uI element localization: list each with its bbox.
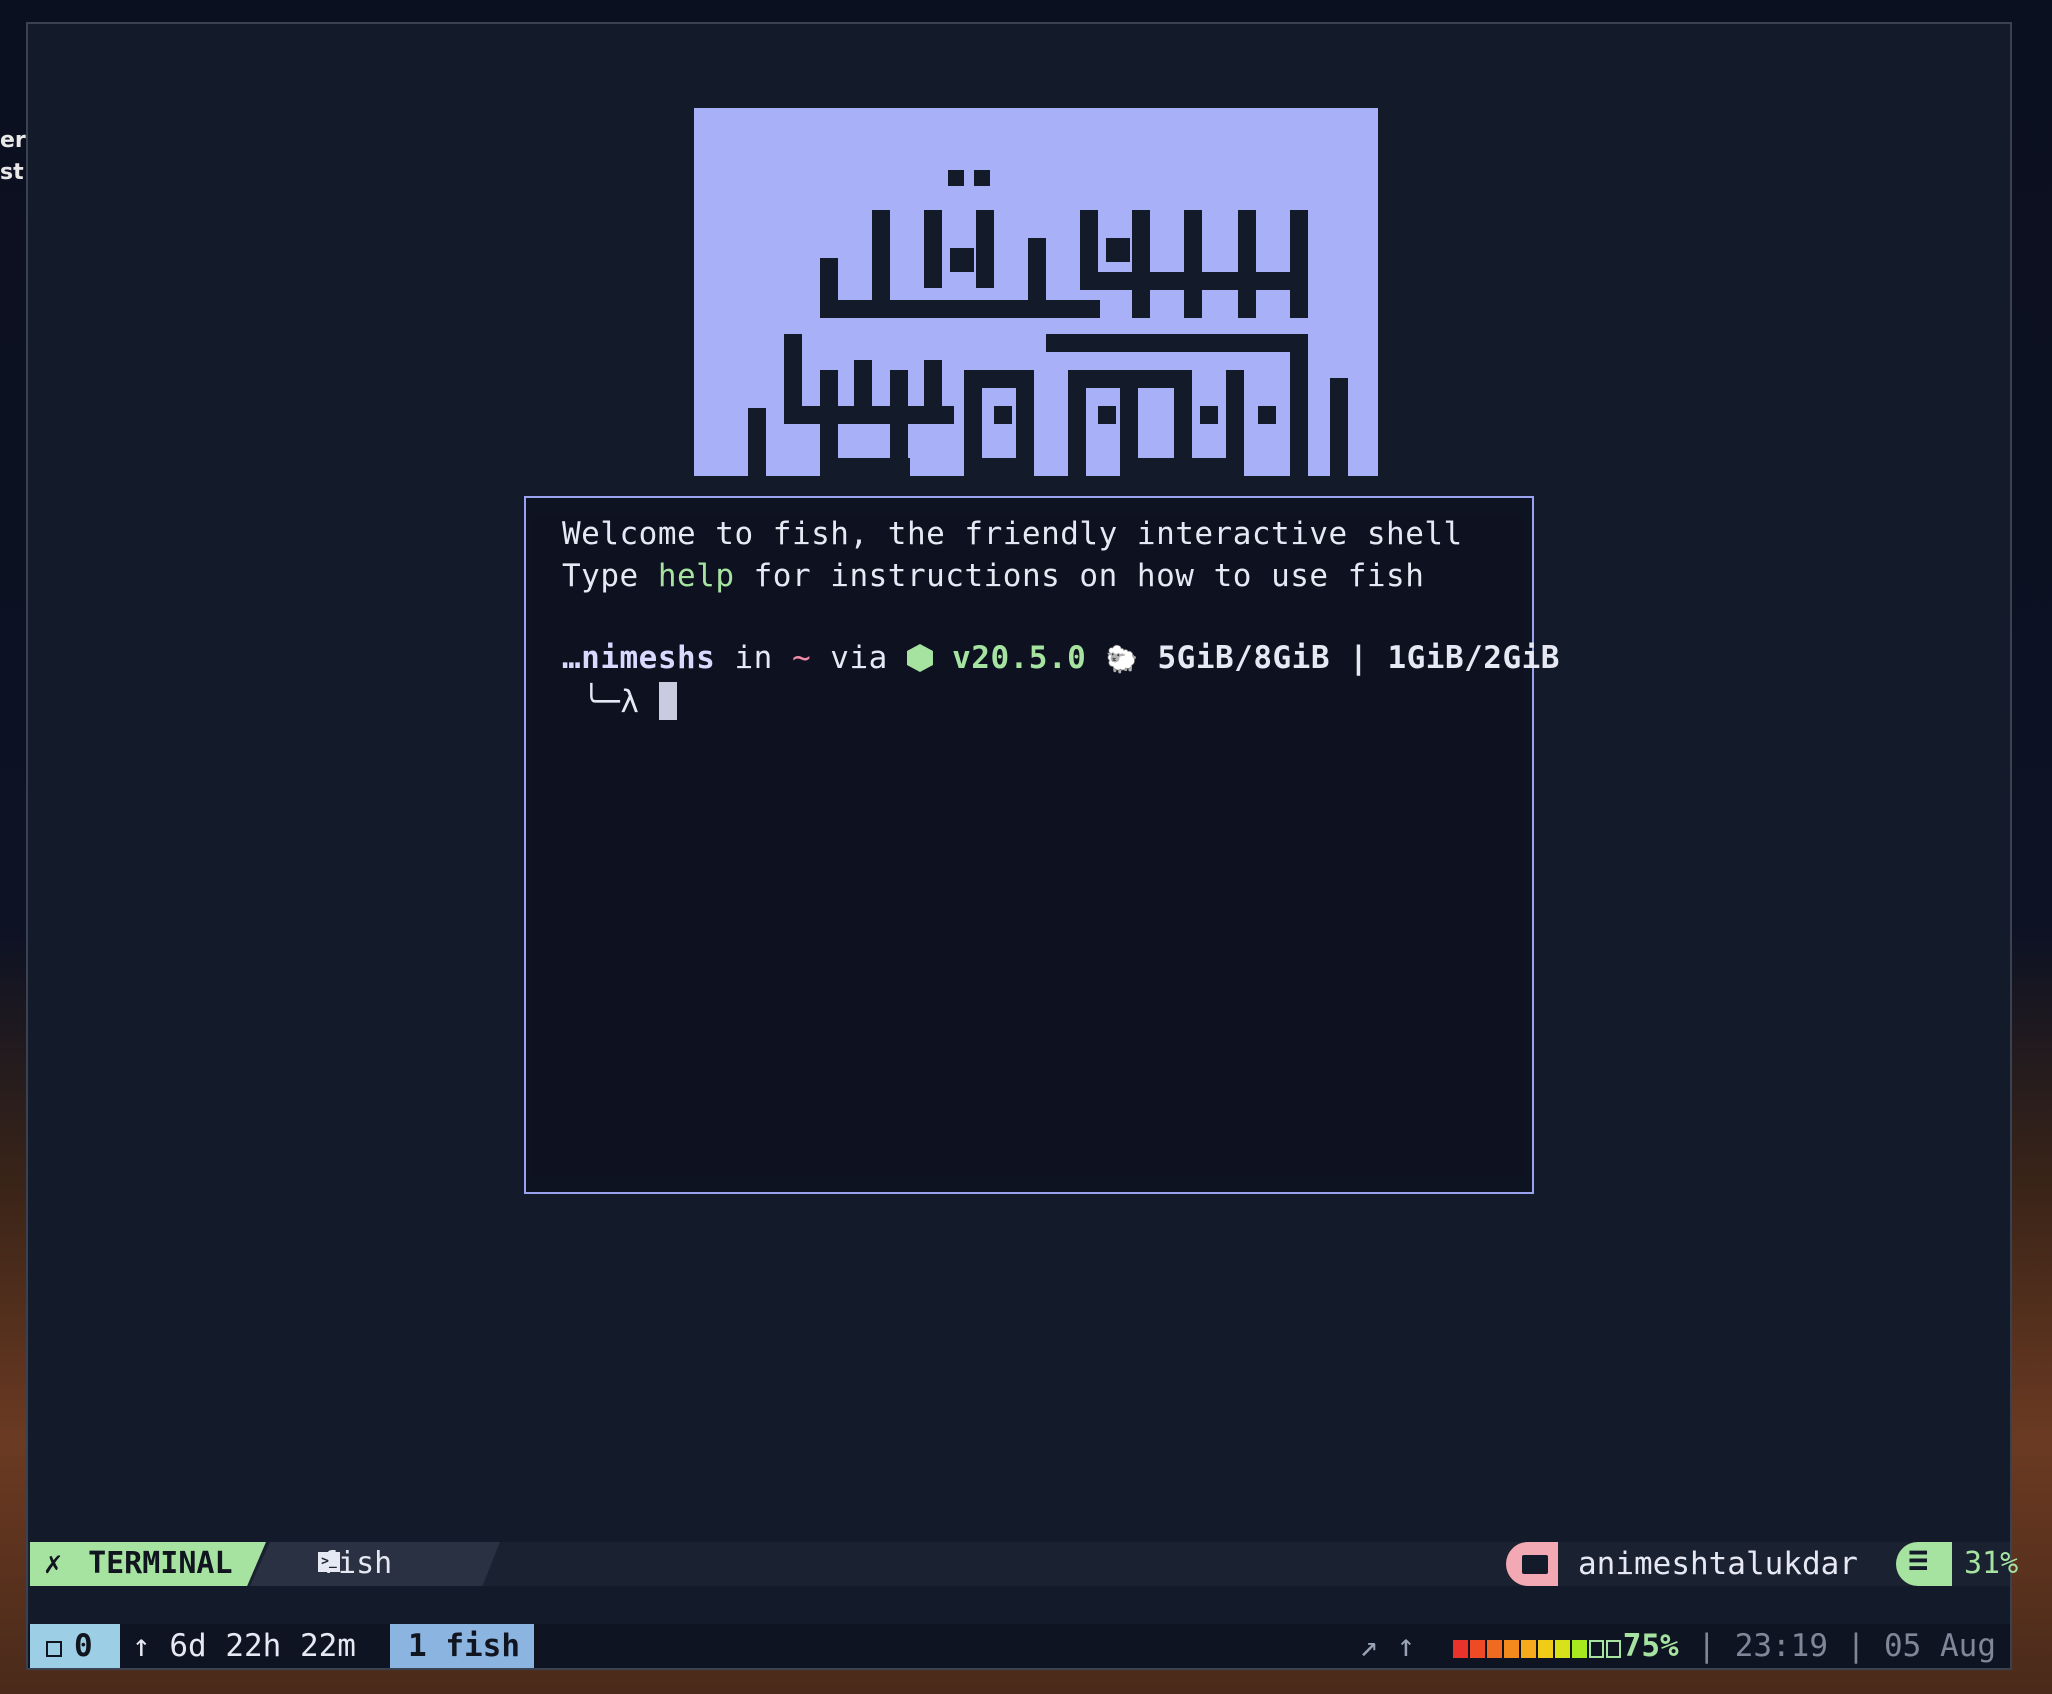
system-info: ↗ ↑ 75% | 23:19 | 05 Aug (1359, 1624, 1996, 1670)
battery-cell (1503, 1640, 1519, 1658)
separator: | (1678, 1628, 1735, 1664)
logo-art (748, 170, 1348, 476)
prompt-lambda: ╰─λ (582, 684, 640, 720)
welcome-line: Welcome to fish, the friendly interactiv… (562, 516, 1463, 552)
help-line: Type help for instructions on how to use… (562, 558, 1424, 594)
text-cursor (658, 682, 677, 720)
session-indicator[interactable]: 0 (30, 1624, 120, 1668)
battery-cell (1452, 1640, 1468, 1658)
battery-cell (1520, 1640, 1536, 1658)
help-text-rest: for instructions on how to use fish (734, 558, 1425, 594)
clock-time: 23:19 (1734, 1628, 1829, 1664)
date: 05 Aug (1884, 1628, 1996, 1664)
battery-cell (1554, 1640, 1570, 1658)
memory-usage: 5GiB/8GiB | 1GiB/2GiB (1157, 640, 1560, 676)
kufic-calligraphy-logo (694, 108, 1378, 476)
prompt-in: in (715, 640, 792, 676)
battery-cell (1571, 1640, 1587, 1658)
window-tab-fish[interactable]: 1 fish (390, 1624, 534, 1668)
shell-pane[interactable]: Welcome to fish, the friendly interactiv… (524, 496, 1559, 1194)
battery-percent: 75% (1622, 1628, 1679, 1664)
nodejs-icon (906, 644, 933, 672)
tab-fish[interactable]: fish (250, 1542, 500, 1586)
user-name: animeshtalukdar (1578, 1546, 1858, 1582)
battery-cell (1537, 1640, 1553, 1658)
battery-cell (1605, 1640, 1621, 1658)
session-square-icon (46, 1641, 62, 1657)
battery-cell (1588, 1640, 1604, 1658)
mode-label: TERMINAL (88, 1546, 233, 1581)
wezterm-icon: ✗ (44, 1546, 63, 1581)
status-bar-bottom: 0 ↑ 6d 22h 22m 1 fish ↗ ↑ 75% | 23:19 | … (28, 1624, 2010, 1668)
pane-content[interactable] (534, 518, 1524, 1176)
folder-icon (1506, 1542, 1558, 1586)
sheep-icon: 🐑 (1105, 645, 1139, 675)
input-line[interactable]: ╰─λ (582, 682, 677, 720)
status-bar-top: ✗ TERMINAL fish >_ animeshtalukdar 31% (28, 1540, 2018, 1586)
prompt-via: via (811, 640, 907, 676)
scroll-percent: 31% (1964, 1546, 2019, 1581)
lines-icon (1896, 1540, 1952, 1586)
help-text-type: Type (562, 558, 658, 594)
session-number: 0 (74, 1628, 93, 1664)
help-command: help (657, 558, 735, 594)
uptime: ↑ 6d 22h 22m (132, 1628, 356, 1664)
separator: | (1828, 1628, 1885, 1664)
battery-cell (1486, 1640, 1502, 1658)
network-arrows-icon: ↗ ↑ (1359, 1628, 1416, 1664)
terminal-window[interactable]: Welcome to fish, the friendly interactiv… (26, 22, 2018, 1670)
prompt-line: …nimeshs in ~ via v20.5.0 🐑 5GiB/8GiB | … (562, 640, 1560, 676)
mode-indicator: ✗ TERMINAL (30, 1542, 266, 1586)
terminal-icon: >_ (318, 1552, 340, 1572)
prompt-directory: ~ (791, 640, 812, 676)
user-segment: animeshtalukdar (1506, 1542, 1906, 1586)
battery-meter (1452, 1626, 1623, 1670)
battery-cell (1469, 1640, 1485, 1658)
node-version: v20.5.0 (952, 640, 1087, 676)
prompt-user: …nimeshs (562, 640, 716, 676)
desktop-clipped-text: st (0, 160, 24, 185)
